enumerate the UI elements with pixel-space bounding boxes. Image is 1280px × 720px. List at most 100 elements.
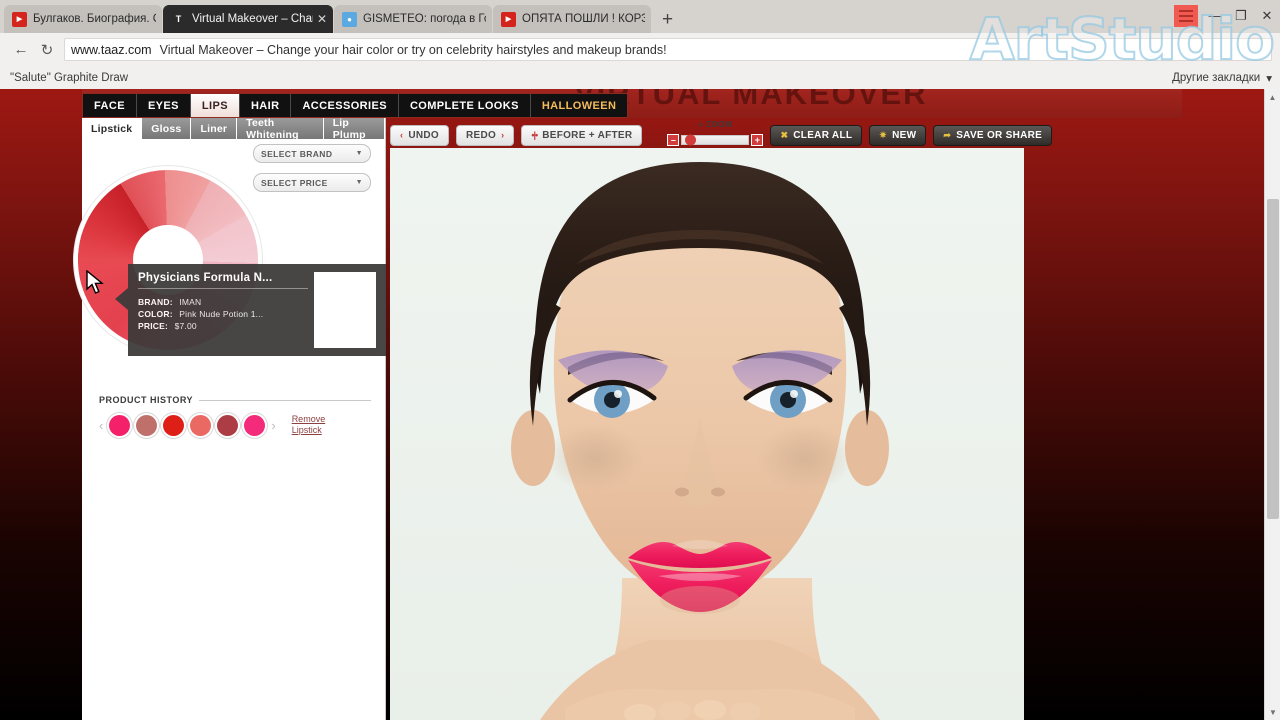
maximize-button[interactable]: ❐ (1228, 2, 1254, 30)
search-icon: ⌕ (698, 120, 704, 129)
page-scrollbar[interactable]: ▲ ▼ (1264, 89, 1280, 720)
color-key: COLOR: (138, 309, 173, 319)
scroll-up-arrow-icon[interactable]: ▲ (1265, 89, 1280, 105)
browser-tab-3[interactable]: ОПЯТА ПОШЛИ ! КОРЗИН (493, 5, 651, 33)
product-thumbnail (314, 272, 376, 348)
mouse-cursor (86, 270, 104, 294)
history-swatch-0[interactable] (109, 414, 131, 436)
subtab-teeth-whitening[interactable]: Teeth Whitening (237, 117, 324, 141)
zoom-in-button[interactable]: + (751, 134, 764, 146)
history-swatch-2[interactable] (163, 414, 185, 436)
minimize-button[interactable]: — (1202, 2, 1228, 30)
reload-icon[interactable]: ↻ (34, 37, 60, 63)
chevron-down-icon: ▾ (1266, 72, 1272, 85)
product-history-row: ‹ › Remove Lipstick (99, 414, 371, 436)
nav-item-hair[interactable]: HAIR (239, 94, 292, 117)
redo-button[interactable]: REDO › (455, 124, 515, 146)
new-button[interactable]: ✷ NEW (869, 124, 927, 146)
page-viewport: VIRTUAL MAKEOVER FACE EYES LIPS HAIR ACC… (0, 89, 1280, 720)
product-price-row: PRICE: $7.00 (138, 320, 308, 332)
brand-value: IMAN (179, 297, 202, 307)
address-bar[interactable]: www.taaz.com Virtual Makeover – Change y… (64, 38, 1272, 61)
omnibox-url: www.taaz.com (71, 42, 152, 57)
chevron-down-icon: ▼ (355, 179, 363, 186)
redo-label: REDO (465, 129, 497, 141)
zoom-label-text: ZOOM (706, 120, 733, 129)
share-icon: ➦ (943, 129, 952, 140)
omnibox-page-title: Virtual Makeover – Change your hair colo… (159, 42, 667, 57)
close-icon: ✖ (780, 129, 789, 140)
next-arrow-icon[interactable]: › (271, 418, 275, 433)
select-brand-label: SELECT BRAND (261, 148, 333, 159)
tab-title: Virtual Makeover – Chang (192, 13, 313, 25)
scrollbar-thumb[interactable] (1267, 199, 1279, 519)
product-history-title: PRODUCT HISTORY (99, 395, 194, 405)
model-photo[interactable] (390, 148, 1024, 720)
makeover-canvas[interactable] (390, 148, 1024, 720)
history-swatch-5[interactable] (244, 414, 266, 436)
subtab-liner[interactable]: Liner (191, 118, 238, 139)
window-controls: — ❐ ✕ (1174, 0, 1280, 31)
bookmark-item-0[interactable]: "Salute" Graphite Draw (10, 72, 128, 84)
close-icon[interactable]: ✕ (317, 12, 327, 26)
browser-tab-1[interactable]: T Virtual Makeover – Chang ✕ (163, 5, 333, 33)
color-value: Pink Nude Potion 1... (179, 309, 264, 319)
nav-item-accessories[interactable]: ACCESSORIES (291, 94, 399, 117)
nav-item-lips[interactable]: LIPS (190, 94, 240, 117)
remove-lipstick-button[interactable]: Remove Lipstick (292, 414, 326, 436)
new-tab-button[interactable]: + (652, 10, 683, 33)
close-window-button[interactable]: ✕ (1254, 2, 1280, 30)
nav-item-eyes[interactable]: EYES (136, 94, 191, 117)
product-brand-row: BRAND: IMAN (138, 296, 308, 308)
prev-arrow-icon[interactable]: ‹ (99, 418, 103, 433)
divider (199, 399, 371, 401)
zoom-track[interactable] (681, 134, 750, 146)
remove-label-line1: Remove (291, 414, 326, 424)
product-history-header: PRODUCT HISTORY (99, 395, 371, 405)
undo-button[interactable]: ‹ UNDO (390, 124, 449, 146)
gismeteo-icon (342, 11, 357, 27)
zoom-slider[interactable]: – + (667, 134, 764, 146)
product-color-row: COLOR: Pink Nude Potion 1... (138, 308, 308, 320)
history-swatch-1[interactable] (136, 414, 158, 436)
select-brand-dropdown[interactable]: SELECT BRAND ▼ (253, 144, 371, 163)
zoom-control[interactable]: ⌕ ZOOM – + (667, 120, 764, 148)
scroll-down-arrow-icon[interactable]: ▼ (1265, 704, 1280, 720)
editor-toolbar: ‹ UNDO REDO › •|• BEFORE + AFTER ⌕ ZOOM (390, 120, 1264, 148)
product-history: PRODUCT HISTORY ‹ › Remove Lipstick (99, 395, 371, 436)
select-price-dropdown[interactable]: SELECT PRICE ▼ (253, 173, 371, 192)
new-label: NEW (892, 129, 917, 141)
sparkle-icon: ✷ (879, 129, 888, 140)
tab-title: Булгаков. Биография. Скрь (33, 13, 156, 25)
back-icon[interactable]: ← (8, 37, 34, 63)
clear-all-button[interactable]: ✖ CLEAR ALL (770, 124, 863, 146)
menu-icon[interactable] (1174, 4, 1198, 27)
nav-item-halloween[interactable]: HALLOWEEN (530, 94, 628, 117)
tab-title: ОПЯТА ПОШЛИ ! КОРЗИН (522, 13, 645, 25)
other-bookmarks-button[interactable]: Другие закладки ▾ (1172, 71, 1272, 85)
save-or-share-button[interactable]: ➦ SAVE OR SHARE (933, 124, 1053, 146)
browser-tab-0[interactable]: Булгаков. Биография. Скрь (4, 5, 162, 33)
undo-label: UNDO (408, 129, 439, 141)
zoom-out-button[interactable]: – (667, 134, 680, 146)
history-swatch-3[interactable] (190, 414, 212, 436)
subtab-lip-plump[interactable]: Lip Plump (323, 117, 385, 141)
remove-label-line2: Lipstick (291, 425, 322, 435)
subtab-lipstick[interactable]: Lipstick (82, 118, 143, 139)
browser-tab-2[interactable]: GISMETEO: погода в Гомел (334, 5, 492, 33)
chevron-down-icon: ▼ (355, 150, 363, 157)
before-after-button[interactable]: •|• BEFORE + AFTER (521, 124, 643, 146)
product-tooltip-body: Physicians Formula N... BRAND: IMAN COLO… (138, 272, 308, 348)
history-swatch-4[interactable] (217, 414, 239, 436)
chevron-right-icon: › (501, 130, 505, 140)
price-key: PRICE: (138, 321, 169, 331)
youtube-icon (501, 11, 516, 27)
nav-item-face[interactable]: FACE (83, 94, 137, 117)
price-value: $7.00 (174, 321, 197, 331)
taaz-page: VIRTUAL MAKEOVER FACE EYES LIPS HAIR ACC… (0, 89, 1264, 720)
subtab-gloss[interactable]: Gloss (142, 118, 192, 139)
nav-item-complete-looks[interactable]: COMPLETE LOOKS (398, 94, 531, 117)
select-price-label: SELECT PRICE (261, 177, 328, 188)
zoom-thumb[interactable] (685, 134, 697, 146)
tab-strip: Булгаков. Биография. Скрь T Virtual Make… (0, 0, 1280, 33)
